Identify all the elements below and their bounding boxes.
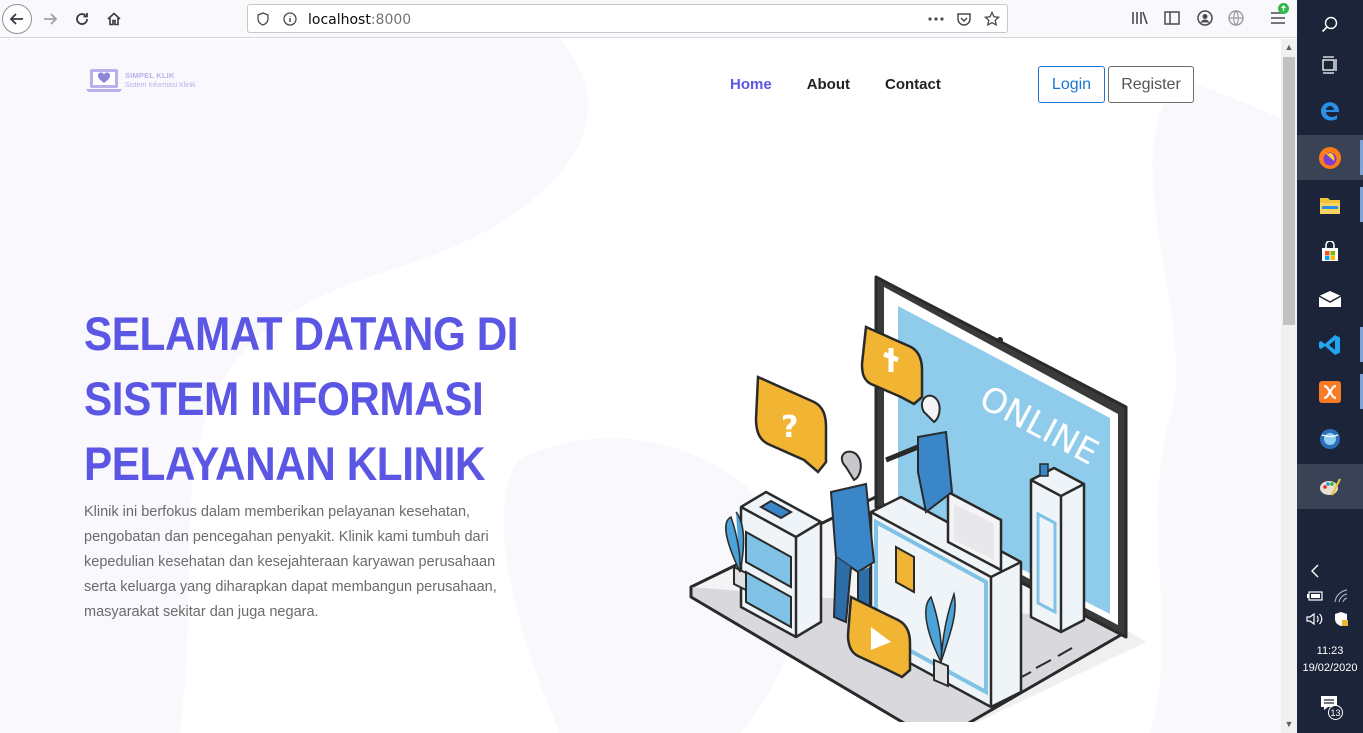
back-button[interactable] [2, 4, 32, 34]
edge-taskbar-button[interactable] [1297, 88, 1363, 133]
hero-title-line-2: SISTEM INFORMASI [84, 372, 484, 425]
task-view-button[interactable] [1297, 42, 1363, 87]
show-hidden-icons-chevron-icon[interactable] [1305, 562, 1325, 580]
account-icon[interactable] [1195, 8, 1215, 28]
scroll-thumb[interactable] [1283, 57, 1295, 325]
url-port: :8000 [370, 12, 412, 28]
site-info-icon[interactable] [281, 10, 299, 28]
question-bubble: ? [754, 375, 828, 474]
forward-arrow-icon [44, 13, 58, 25]
volume-icon[interactable] [1305, 610, 1325, 628]
forward-button[interactable] [36, 5, 64, 33]
paint-taskbar-button[interactable] [1297, 464, 1363, 509]
nav-contact-link[interactable]: Contact [885, 76, 941, 93]
vscode-icon [1319, 334, 1340, 355]
clock-date: 19/02/2020 [1302, 662, 1358, 674]
search-icon [1321, 16, 1338, 32]
home-button[interactable] [100, 5, 128, 33]
vscode-taskbar-button[interactable] [1297, 322, 1363, 367]
sidebar-icon[interactable] [1162, 8, 1182, 28]
network-globe-icon [1320, 428, 1340, 449]
pocket-icon[interactable] [955, 10, 973, 28]
register-button[interactable]: Register [1108, 66, 1194, 103]
firefox-taskbar-button[interactable] [1297, 135, 1363, 180]
task-view-icon [1322, 55, 1337, 74]
hero-description: Klinik ini berfokus dalam memberikan pel… [84, 504, 497, 620]
site-logo[interactable]: SIMPEL KLIK Sistem Informasi Klinik [85, 67, 196, 95]
file-explorer-taskbar-button[interactable] [1297, 182, 1363, 227]
bookmark-star-icon[interactable] [983, 10, 1001, 28]
page-scrollbar[interactable]: ▲ ▼ [1281, 39, 1297, 733]
mail-icon [1318, 290, 1342, 307]
edge-icon [1321, 101, 1339, 120]
windows-taskbar: 11:23 19/02/2020 13 [1297, 0, 1363, 733]
scroll-down-arrow-icon[interactable]: ▼ [1284, 719, 1294, 729]
hero-title-line-3: PELAYANAN KLINIK [84, 437, 485, 490]
file-explorer-icon [1320, 197, 1340, 214]
logo-subtitle: Sistem Informasi Klinik [125, 82, 196, 89]
login-button[interactable]: Login [1038, 66, 1105, 103]
nav-about-link[interactable]: About [807, 76, 850, 93]
back-arrow-icon [9, 13, 23, 25]
store-taskbar-button[interactable] [1297, 229, 1363, 274]
page-actions-icon[interactable] [927, 10, 945, 28]
xampp-taskbar-button[interactable] [1297, 369, 1363, 414]
online-clinic-illustration: ONLINE ? [689, 275, 1146, 722]
main-nav: Home About Contact [730, 76, 976, 93]
url-host: localhost [308, 12, 371, 28]
globe-extension-icon[interactable] [1226, 8, 1246, 28]
url-text[interactable]: localhost:8000 [308, 12, 411, 28]
nav-home-link[interactable]: Home [730, 76, 772, 93]
system-clock[interactable]: 11:23 19/02/2020 [1297, 643, 1363, 677]
store-icon [1322, 240, 1338, 261]
search-taskbar-button[interactable] [1297, 2, 1363, 47]
security-shield-icon[interactable] [1331, 610, 1351, 628]
hero-title-line-1: SELAMAT DATANG DI [84, 307, 519, 360]
reload-button[interactable] [68, 5, 96, 33]
battery-icon[interactable] [1305, 587, 1325, 605]
update-badge-icon [1278, 3, 1289, 14]
xampp-icon [1319, 380, 1341, 403]
clock-time: 11:23 [1316, 645, 1344, 657]
network-globe-taskbar-button[interactable] [1297, 416, 1363, 461]
browser-toolbar: localhost:8000 [0, 0, 1297, 38]
reload-icon [76, 13, 88, 25]
mail-taskbar-button[interactable] [1297, 276, 1363, 321]
firefox-icon [1319, 146, 1341, 169]
hero-title: SELAMAT DATANG DI SISTEM INFORMASI PELAY… [84, 301, 534, 496]
home-icon [107, 12, 121, 26]
wifi-icon[interactable] [1331, 587, 1351, 605]
scroll-up-arrow-icon[interactable]: ▲ [1284, 42, 1294, 52]
notification-count-badge: 13 [1328, 705, 1343, 720]
tracking-shield-icon[interactable] [254, 10, 272, 28]
library-icon[interactable] [1130, 8, 1150, 28]
page-viewport: SIMPEL KLIK Sistem Informasi Klinik Home… [0, 39, 1281, 733]
paint-icon [1320, 478, 1341, 495]
laptop-heart-logo-icon [86, 69, 122, 92]
svg-text:?: ? [781, 410, 798, 445]
logo-title: SIMPEL KLIK [125, 71, 175, 80]
address-bar[interactable]: localhost:8000 [247, 4, 1008, 33]
